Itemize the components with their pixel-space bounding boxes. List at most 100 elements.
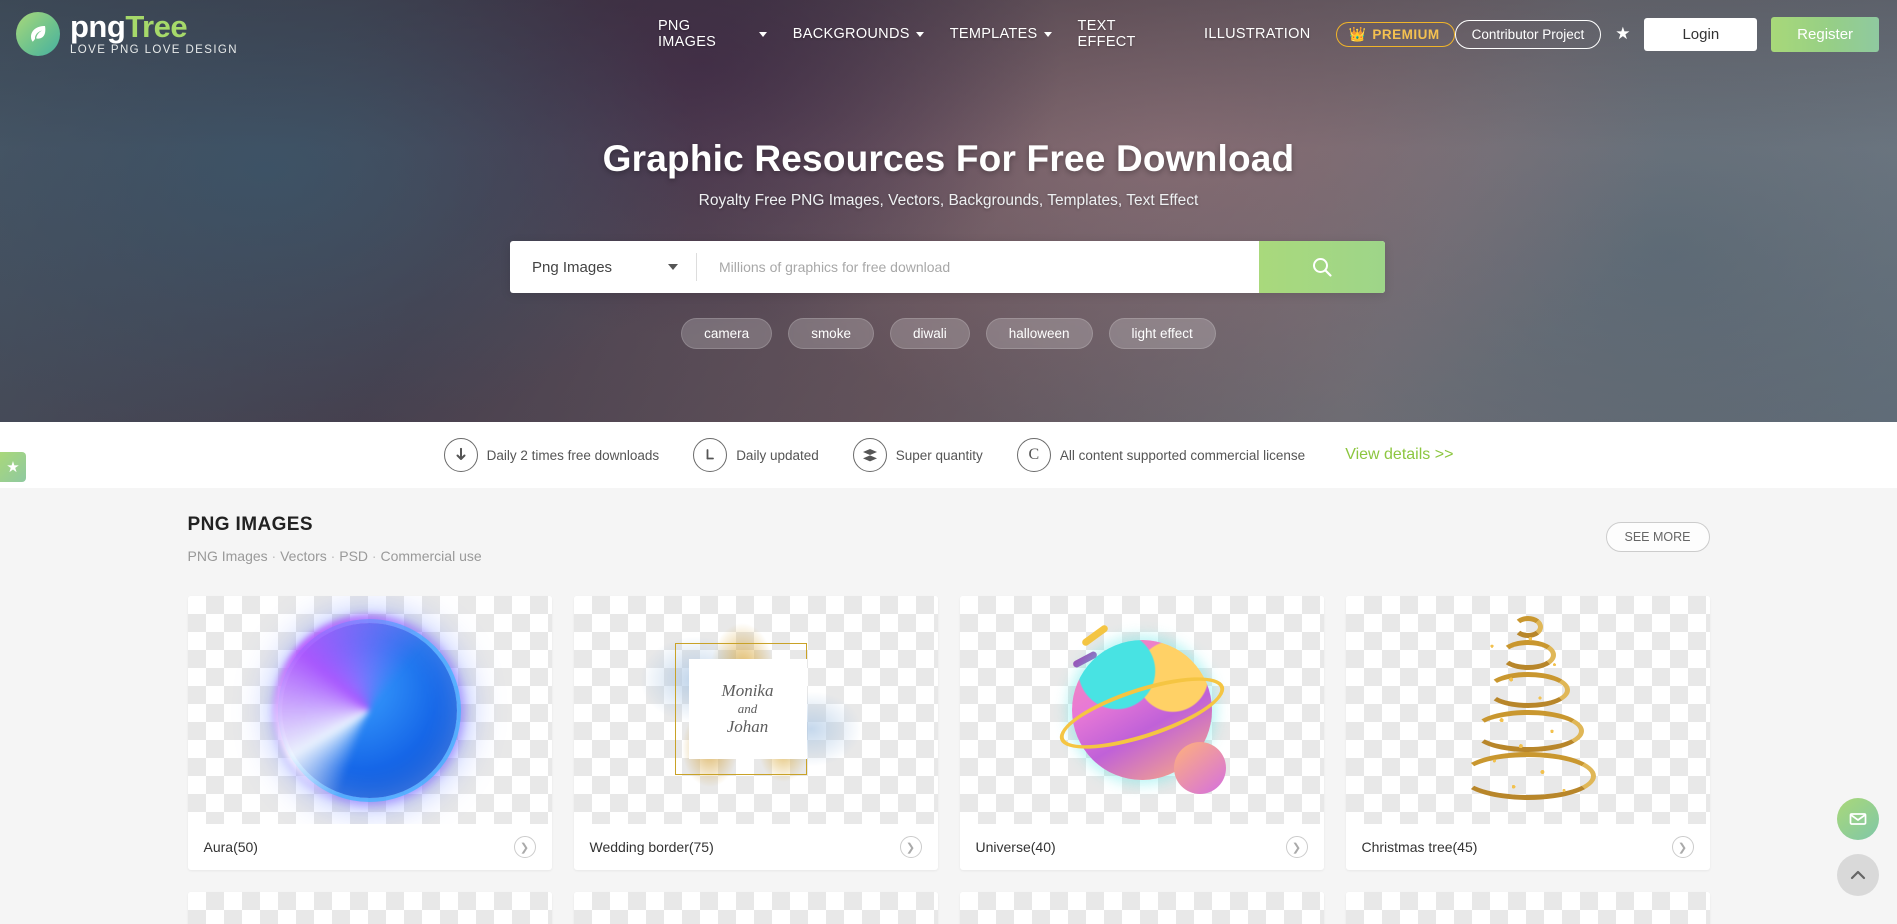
- leaf-circle-icon: [16, 12, 60, 56]
- nav-item-illustration[interactable]: ILLUSTRATION: [1204, 26, 1310, 42]
- copyright-icon: C: [1016, 438, 1051, 472]
- page-title: Graphic Resources For Free Download: [602, 138, 1295, 179]
- crown-icon: 👑: [1348, 26, 1367, 42]
- nav-item-text-effect[interactable]: TEXT EFFECT: [1078, 18, 1178, 50]
- view-details-link[interactable]: View details >>: [1345, 446, 1453, 464]
- logo-tagline: LOVE PNG LOVE DESIGN: [70, 44, 238, 57]
- gold-ribbon-tree-icon: [1346, 596, 1710, 824]
- subtitle-part: PNG Images: [187, 548, 268, 564]
- content-area: PNG IMAGES PNG ImagesVectorsPSDCommercia…: [0, 488, 1897, 924]
- login-button[interactable]: Login: [1644, 17, 1758, 51]
- page-root: pngTree LOVE PNG LOVE DESIGN PNG IMAGES …: [0, 0, 1897, 924]
- chevron-right-icon[interactable]: ❯: [899, 836, 922, 858]
- section-header: PNG IMAGES PNG ImagesVectorsPSDCommercia…: [188, 514, 1710, 564]
- star-icon[interactable]: ★: [1615, 24, 1630, 44]
- image-card-grid: Aura(50) ❯ Monika and Johan Wedding bord…: [187, 596, 1710, 870]
- card-thumbnail: [959, 596, 1324, 824]
- contact-mail-button[interactable]: [1837, 798, 1879, 840]
- chevron-right-icon[interactable]: ❯: [1285, 836, 1308, 858]
- image-card-aura[interactable]: Aura(50) ❯: [187, 596, 552, 870]
- register-button[interactable]: Register: [1771, 16, 1880, 52]
- image-card-partial-2[interactable]: [573, 892, 938, 924]
- nav-item-templates[interactable]: TEMPLATES: [950, 26, 1052, 42]
- card-thumbnail: [573, 892, 938, 924]
- image-card-partial-3[interactable]: [959, 892, 1324, 924]
- feature-commercial-license: C All content supported commercial licen…: [1016, 438, 1306, 472]
- feature-bar: Daily 2 times free downloads Daily updat…: [0, 422, 1897, 488]
- card-title: Wedding border(75): [589, 839, 714, 855]
- logo-word-tree: Tree: [125, 9, 188, 45]
- tag-diwali[interactable]: diwali: [889, 318, 970, 349]
- feature-label: Super quantity: [895, 447, 983, 463]
- image-card-partial-1[interactable]: [187, 892, 552, 924]
- feature-daily-updated: Daily updated: [693, 438, 819, 472]
- dark-figure-icon: [1346, 892, 1710, 924]
- site-header: pngTree LOVE PNG LOVE DESIGN PNG IMAGES …: [0, 0, 1897, 68]
- premium-button[interactable]: 👑 PREMIUM: [1336, 21, 1455, 47]
- search-category-value: Png Images: [532, 258, 613, 276]
- suggested-tags: camera smoke diwali halloween light effe…: [0, 318, 1897, 349]
- tag-smoke[interactable]: smoke: [788, 318, 874, 349]
- floating-actions: [1837, 798, 1879, 896]
- header-actions: Contributor Project ★ Login Register: [1454, 16, 1880, 52]
- layers-icon: [852, 438, 887, 472]
- chevron-right-icon[interactable]: ❯: [513, 836, 536, 858]
- image-card-christmas-tree[interactable]: Christmas tree(45) ❯: [1345, 596, 1710, 870]
- image-card-partial-4[interactable]: [1345, 892, 1710, 924]
- nav-label: PNG IMAGES: [657, 18, 717, 50]
- nav-item-png-images[interactable]: PNG IMAGES: [658, 18, 767, 50]
- chevron-down-icon: [668, 264, 678, 270]
- subtitle-part: PSD: [327, 548, 368, 564]
- card-title: Christmas tree(45): [1361, 839, 1478, 855]
- wedding-and: and: [737, 701, 758, 717]
- pink-gradient-icon: [187, 892, 552, 924]
- feature-label: All content supported commercial license: [1059, 447, 1306, 463]
- scroll-to-top-button[interactable]: [1837, 854, 1879, 896]
- site-logo[interactable]: pngTree LOVE PNG LOVE DESIGN: [16, 11, 238, 57]
- contributor-project-button[interactable]: Contributor Project: [1454, 19, 1602, 49]
- chevron-down-icon: [1043, 31, 1052, 37]
- tag-halloween[interactable]: halloween: [985, 318, 1093, 349]
- image-card-grid-row2: [187, 892, 1710, 924]
- logo-word-png: png: [70, 9, 126, 45]
- left-favorite-badge[interactable]: ★: [0, 452, 26, 482]
- card-thumbnail: [187, 892, 552, 924]
- chevron-up-icon: [1850, 870, 1866, 880]
- subtitle-part: Vectors: [268, 548, 327, 564]
- feature-super-quantity: Super quantity: [852, 438, 983, 472]
- section-subtitle: PNG ImagesVectorsPSDCommercial use: [188, 548, 1710, 564]
- wedding-name-1: Monika: [721, 681, 774, 701]
- image-card-wedding-border[interactable]: Monika and Johan Wedding border(75) ❯: [573, 596, 938, 870]
- clock-icon: [693, 438, 728, 472]
- wedding-name-2: Johan: [726, 716, 769, 736]
- search-submit-button[interactable]: [1259, 241, 1385, 293]
- feature-label: Daily updated: [736, 447, 819, 463]
- card-thumbnail: Monika and Johan: [573, 596, 938, 824]
- subtitle-part: Commercial use: [368, 548, 482, 564]
- card-title: Aura(50): [203, 839, 258, 855]
- image-card-universe[interactable]: Universe(40) ❯: [959, 596, 1324, 870]
- search-icon: [1313, 258, 1332, 277]
- blue-glow-orb-icon: [188, 596, 552, 824]
- tag-light-effect[interactable]: light effect: [1108, 318, 1216, 349]
- planet-with-ring-icon: [960, 596, 1324, 824]
- chevron-right-icon[interactable]: ❯: [1671, 836, 1694, 858]
- download-arrow-icon: [443, 438, 478, 472]
- feature-label: Daily 2 times free downloads: [486, 447, 660, 463]
- search-bar: Png Images: [510, 241, 1385, 293]
- hero-banner: pngTree LOVE PNG LOVE DESIGN PNG IMAGES …: [0, 0, 1897, 422]
- search-input[interactable]: [697, 241, 1259, 293]
- premium-label: PREMIUM: [1372, 26, 1440, 42]
- nav-label: BACKGROUNDS: [792, 26, 910, 42]
- see-more-button[interactable]: SEE MORE: [1605, 522, 1710, 552]
- section-title: PNG IMAGES: [187, 514, 313, 535]
- nav-label: ILLUSTRATION: [1204, 26, 1311, 42]
- star-icon: ★: [6, 459, 20, 476]
- nav-item-backgrounds[interactable]: BACKGROUNDS: [793, 26, 924, 42]
- chevron-down-icon: [758, 31, 767, 37]
- page-subtitle: Royalty Free PNG Images, Vectors, Backgr…: [698, 192, 1199, 209]
- balloons-icon: [574, 892, 938, 924]
- search-category-select[interactable]: Png Images: [510, 241, 696, 293]
- tag-camera[interactable]: camera: [681, 318, 773, 349]
- card-title: Universe(40): [975, 839, 1056, 855]
